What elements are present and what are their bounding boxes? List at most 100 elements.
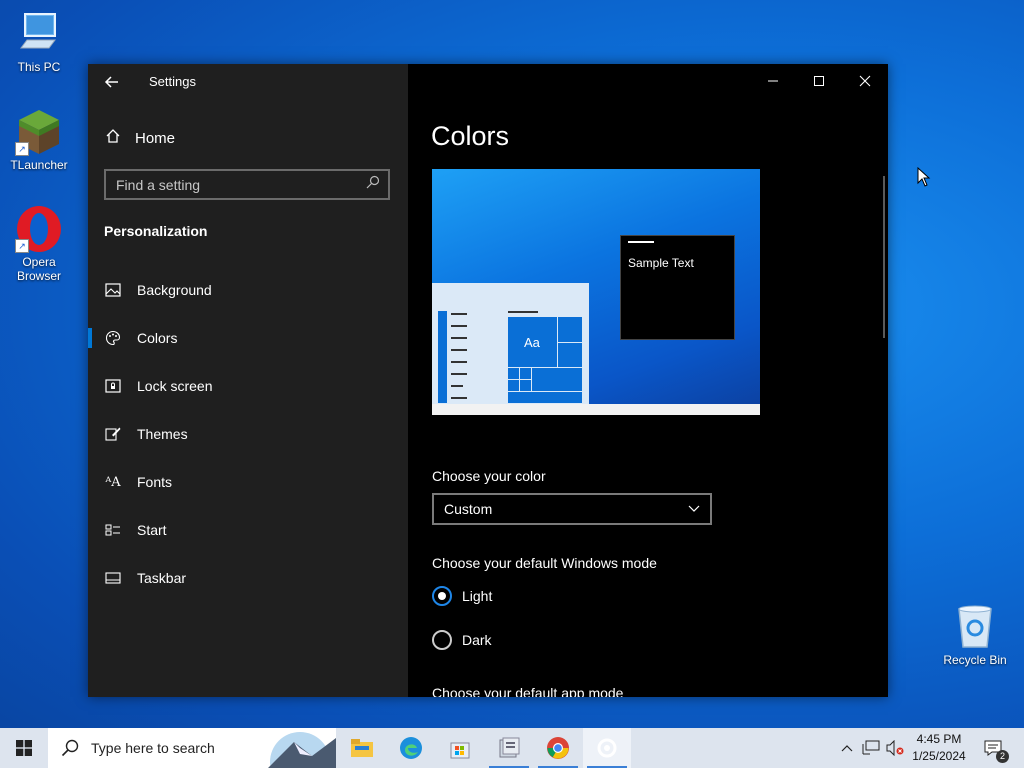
preview-sample-window: Sample Text	[620, 235, 735, 340]
nav-label: Background	[137, 282, 212, 298]
nav-label: Fonts	[137, 474, 173, 490]
page-title: Colors	[431, 121, 510, 151]
find-setting-input[interactable]: Find a setting	[104, 169, 390, 200]
chevron-up-icon	[841, 745, 853, 752]
start-button[interactable]	[0, 728, 48, 768]
nav-item-colors[interactable]: Colors	[88, 314, 408, 362]
radio-label: Light	[462, 588, 493, 604]
home-nav-item[interactable]: Home	[102, 128, 175, 148]
radio-dark[interactable]: Dark	[432, 630, 492, 650]
preview-taskbar	[432, 404, 760, 415]
file-explorer-icon	[351, 739, 373, 757]
start-icon	[104, 521, 122, 539]
windows-mode-label: Choose your default Windows mode	[432, 555, 657, 571]
settings-window: Settings Home Find a setting Personaliza…	[88, 64, 888, 697]
volume-tray-button[interactable]	[884, 728, 906, 768]
palette-icon	[104, 329, 122, 347]
nav-item-themes[interactable]: Themes	[88, 410, 408, 458]
radio-button-unchecked	[432, 630, 452, 650]
shortcut-arrow-icon: ↗	[15, 142, 29, 156]
search-highlight-icon	[268, 732, 336, 768]
preview-start-menu: Aa	[432, 283, 589, 404]
network-icon	[862, 740, 880, 755]
nav-item-lock-screen[interactable]: Lock screen	[88, 362, 408, 410]
minimize-icon	[768, 80, 778, 82]
nav-item-background[interactable]: Background	[88, 266, 408, 314]
clock-date: 1/25/2024	[912, 749, 966, 763]
desktop-icon-label: Recycle Bin	[943, 653, 1007, 667]
desktop-icon-label: This PC	[17, 60, 61, 74]
maximize-icon	[814, 76, 824, 86]
nav-item-taskbar[interactable]: Taskbar	[88, 554, 408, 602]
desktop-icon-label: TLauncher	[10, 158, 68, 172]
nav-label: Taskbar	[137, 570, 187, 586]
search-icon	[61, 739, 79, 757]
personalization-nav: Background Colors Lock screen Themes ᴬA …	[88, 266, 408, 602]
desktop-icon-tlauncher[interactable]: ↗ TLauncher	[1, 108, 77, 172]
taskbar-icon	[104, 569, 122, 587]
search-icon	[366, 175, 380, 194]
themes-brush-icon	[104, 425, 122, 443]
volume-muted-icon	[886, 740, 904, 756]
shortcut-arrow-icon: ↗	[15, 239, 29, 253]
taskbar-store[interactable]	[436, 728, 484, 768]
minecraft-block-icon: ↗	[15, 108, 63, 156]
home-icon	[105, 128, 121, 148]
taskbar-clock[interactable]: 4:45 PM 1/25/2024	[904, 731, 974, 765]
this-pc-icon	[15, 10, 63, 58]
section-heading: Personalization	[104, 223, 208, 239]
choose-color-label: Choose your color	[432, 468, 546, 484]
color-preview: Aa Sample Text	[432, 169, 760, 415]
taskbar-control-panel[interactable]	[485, 728, 533, 768]
taskbar-search-placeholder: Type here to search	[91, 740, 215, 756]
radio-button-checked	[432, 586, 452, 606]
action-center-button[interactable]: 2	[978, 728, 1009, 768]
nav-label: Colors	[137, 330, 178, 346]
settings-sidebar: Settings Home Find a setting Personaliza…	[88, 64, 408, 697]
taskbar-search-box[interactable]: Type here to search	[48, 728, 336, 768]
network-tray-button[interactable]	[860, 728, 882, 768]
picture-icon	[104, 281, 122, 299]
edge-icon	[400, 737, 422, 759]
choose-color-dropdown[interactable]: Custom	[432, 493, 712, 525]
app-mode-label: Choose your default app mode	[432, 685, 624, 697]
desktop-icon-opera[interactable]: ↗ Opera Browser	[1, 205, 77, 283]
settings-icon	[597, 738, 617, 758]
taskbar-settings[interactable]	[583, 728, 631, 768]
desktop-icon-label: Opera Browser	[16, 255, 61, 283]
taskbar: Type here to search 4:45 PM 1/25/2024 2	[0, 728, 1024, 768]
radio-label: Dark	[462, 632, 492, 648]
nav-label: Lock screen	[137, 378, 213, 394]
preview-tile-text: Aa	[524, 335, 540, 350]
windows-logo-icon	[16, 740, 32, 756]
chrome-icon	[547, 737, 569, 759]
nav-item-start[interactable]: Start	[88, 506, 408, 554]
scrollbar[interactable]	[883, 176, 885, 338]
close-button[interactable]	[842, 64, 888, 98]
control-panel-icon	[499, 737, 520, 758]
opera-icon: ↗	[15, 205, 63, 253]
back-arrow-icon[interactable]	[102, 72, 122, 92]
home-label: Home	[135, 129, 176, 147]
taskbar-file-explorer[interactable]	[338, 728, 386, 768]
window-title: Settings	[149, 74, 196, 89]
desktop-icon-this-pc[interactable]: This PC	[1, 10, 77, 74]
taskbar-edge[interactable]	[387, 728, 435, 768]
mouse-cursor-icon	[917, 167, 931, 187]
minimize-button[interactable]	[750, 64, 796, 98]
close-icon	[859, 75, 871, 87]
fonts-icon: ᴬA	[105, 474, 121, 490]
taskbar-chrome[interactable]	[534, 728, 582, 768]
preview-sample-text: Sample Text	[628, 256, 694, 270]
maximize-button[interactable]	[796, 64, 842, 98]
chevron-down-icon	[688, 505, 700, 512]
search-placeholder: Find a setting	[116, 176, 201, 193]
show-hidden-icons-button[interactable]	[836, 728, 858, 768]
notification-count-badge: 2	[996, 750, 1009, 763]
clock-time: 4:45 PM	[916, 732, 962, 746]
lock-screen-icon	[104, 377, 122, 395]
nav-item-fonts[interactable]: ᴬA Fonts	[88, 458, 408, 506]
choose-color-value: Custom	[444, 501, 493, 517]
desktop-icon-recycle-bin[interactable]: Recycle Bin	[937, 603, 1013, 667]
radio-light[interactable]: Light	[432, 586, 492, 606]
